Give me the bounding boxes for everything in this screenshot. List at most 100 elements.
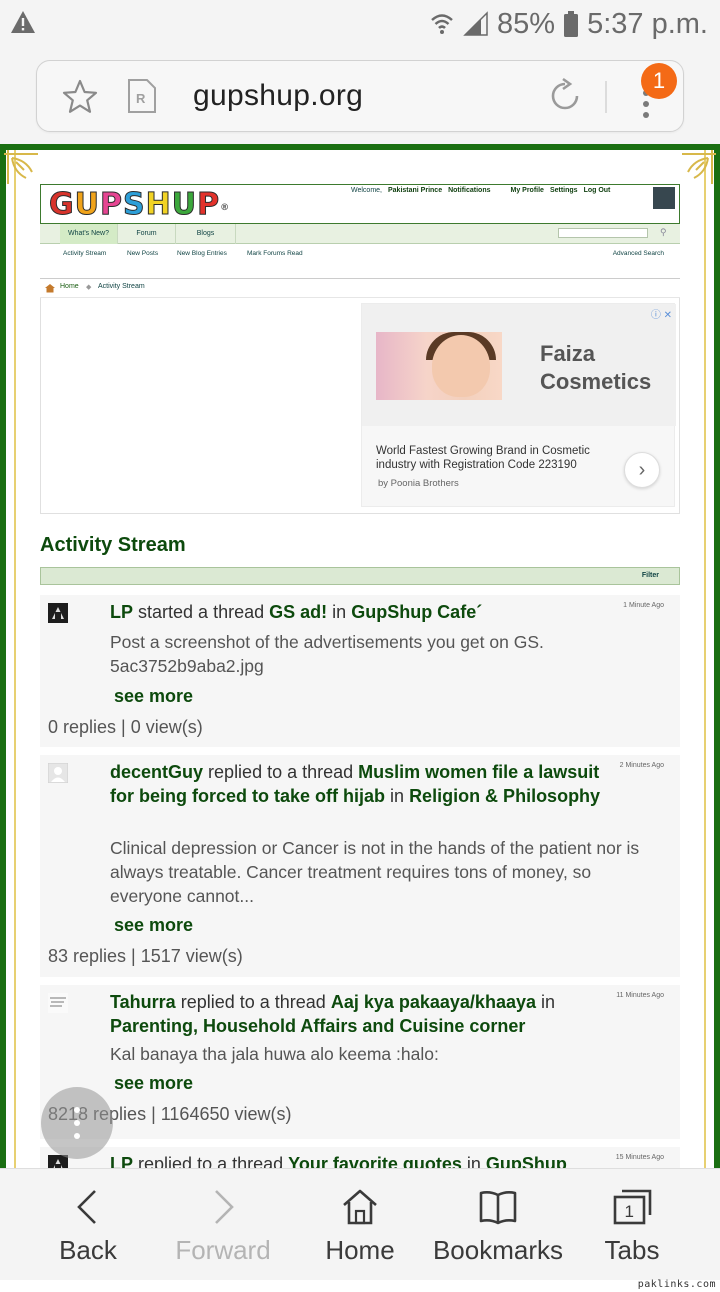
action-text: replied to a thread: [180, 992, 326, 1012]
activity-headline: LP started a thread GS ad! in GupShup Ca…: [110, 600, 620, 624]
in-text: in: [332, 602, 347, 622]
tab-blogs[interactable]: Blogs: [176, 224, 236, 244]
advanced-search-link[interactable]: Advanced Search: [613, 250, 664, 257]
logo-letter: H: [145, 187, 172, 222]
username-link[interactable]: Pakistani Prince: [388, 187, 442, 194]
corner-ornament-icon: [682, 150, 716, 184]
tabs-label: Tabs: [604, 1235, 660, 1265]
reader-mode-icon[interactable]: R: [127, 78, 157, 114]
subnav-mark-forums-read[interactable]: Mark Forums Read: [247, 250, 303, 257]
avatar[interactable]: [48, 763, 68, 783]
tabs-button[interactable]: 1 Tabs: [576, 1169, 688, 1281]
tab-forum[interactable]: Forum: [118, 224, 176, 244]
bookmarks-button[interactable]: Bookmarks: [428, 1169, 568, 1281]
back-button[interactable]: Back: [28, 1169, 148, 1281]
activity-headline: LP replied to a thread Your favorite quo…: [110, 1152, 620, 1168]
in-text: in: [541, 992, 556, 1012]
logo-letter: P: [197, 187, 221, 222]
subnav-new-blog-entries[interactable]: New Blog Entries: [177, 250, 227, 257]
timestamp: 2 Minutes Ago: [619, 762, 664, 769]
user-link[interactable]: decentGuy: [110, 762, 203, 782]
breadcrumb-current: Activity Stream: [98, 283, 145, 290]
thread-link[interactable]: Aaj kya pakaaya/khaaya: [331, 992, 536, 1012]
logo-letter: U: [171, 187, 198, 222]
svg-text:R: R: [136, 91, 146, 106]
activity-headline: decentGuy replied to a thread Muslim wom…: [110, 760, 620, 808]
logout-link[interactable]: Log Out: [584, 187, 611, 194]
sub-navbar: Activity Stream New Posts New Blog Entri…: [40, 245, 680, 263]
divider: [605, 81, 607, 113]
chevron-right-icon[interactable]: ›: [624, 452, 660, 488]
forum-link[interactable]: Parenting, Household Affairs and Cuisine…: [110, 1016, 525, 1036]
browser-toolbar: R gupshup.org 1: [0, 48, 720, 144]
address-bar[interactable]: R gupshup.org 1: [36, 60, 684, 132]
logo-letter: S: [123, 187, 146, 222]
reload-icon[interactable]: [545, 76, 585, 116]
star-bookmark-icon[interactable]: [61, 78, 99, 116]
logo-registered-mark: ®: [220, 203, 231, 213]
url-text[interactable]: gupshup.org: [193, 79, 363, 113]
header-links: Welcome, Pakistani Prince Notifications …: [351, 187, 610, 194]
logo-letter: P: [100, 187, 123, 222]
breadcrumb-home[interactable]: Home: [60, 283, 79, 290]
bookmarks-icon: [479, 1191, 517, 1225]
warning-icon: [11, 11, 35, 33]
thread-link[interactable]: Your favorite quotes: [288, 1154, 462, 1168]
see-more-link[interactable]: see more: [114, 915, 193, 936]
forum-link[interactable]: Religion & Philosophy: [409, 786, 600, 806]
home-button[interactable]: Home: [300, 1169, 420, 1281]
filter-bar: Filter: [40, 567, 680, 585]
post-excerpt: Clinical depression or Cancer is not in …: [110, 838, 640, 906]
thread-link[interactable]: GS ad!: [269, 602, 327, 622]
list-item: 1 Minute Ago LP started a thread GS ad! …: [40, 595, 680, 747]
search-icon[interactable]: ⚲: [660, 227, 672, 239]
forum-link[interactable]: GupShup: [486, 1154, 567, 1168]
advertisement[interactable]: ⓘ ✕ Faiza Cosmetics World Fastest Growin…: [361, 303, 676, 507]
see-more-link[interactable]: see more: [114, 686, 193, 707]
page-content: GUPSHUP® Welcome, Pakistani Prince Notif…: [40, 144, 680, 1168]
profile-link[interactable]: My Profile: [510, 187, 543, 194]
avatar[interactable]: [48, 603, 68, 623]
forum-link[interactable]: GupShup Cafe´: [351, 602, 482, 622]
svg-text:1: 1: [625, 1202, 634, 1221]
in-text: in: [390, 786, 405, 806]
ad-info-close-icon[interactable]: ⓘ ✕: [651, 306, 672, 321]
see-more-link[interactable]: see more: [114, 1073, 193, 1094]
timestamp: 15 Minutes Ago: [615, 1154, 664, 1161]
post-excerpt: Post a screenshot of the advertisements …: [110, 632, 544, 676]
more-vertical-icon: [74, 1107, 80, 1139]
floating-menu-button[interactable]: [41, 1087, 113, 1159]
avatar[interactable]: [48, 993, 68, 1013]
web-page: GUPSHUP® Welcome, Pakistani Prince Notif…: [0, 144, 720, 1168]
home-label: Home: [325, 1235, 395, 1265]
notifications-link[interactable]: Notifications: [448, 187, 490, 194]
site-search-input[interactable]: [558, 228, 648, 238]
post-excerpt: Kal banaya tha jala huwa alo keema :halo…: [110, 1044, 439, 1064]
welcome-text: Welcome,: [351, 187, 382, 194]
filter-button[interactable]: Filter: [642, 572, 659, 579]
home-icon[interactable]: [44, 283, 56, 293]
user-link[interactable]: LP: [110, 1154, 133, 1168]
ad-area: ⓘ ✕ Faiza Cosmetics World Fastest Growin…: [40, 298, 680, 514]
forward-button[interactable]: Forward: [158, 1169, 288, 1281]
battery-percent: 85%: [497, 7, 556, 40]
screen: 85% 5:37 p.m. R gupshup.org 1 GUPSHUP® W…: [0, 0, 720, 1292]
ad-advertiser: by Poonia Brothers: [378, 478, 459, 489]
ad-description: World Fastest Growing Brand in Cosmetic …: [376, 445, 590, 471]
wifi-icon: [431, 14, 453, 34]
user-link[interactable]: LP: [110, 602, 133, 622]
user-link[interactable]: Tahurra: [110, 992, 176, 1012]
ad-image-face: [432, 335, 490, 397]
user-avatar[interactable]: [653, 187, 675, 209]
breadcrumb: Home ◆ Activity Stream: [40, 278, 680, 298]
ad-image: [376, 332, 502, 400]
watermark: paklinks.com: [637, 1279, 716, 1290]
subnav-new-posts[interactable]: New Posts: [127, 250, 158, 257]
settings-link[interactable]: Settings: [550, 187, 578, 194]
tab-whats-new[interactable]: What's New?: [60, 224, 118, 244]
subnav-activity-stream[interactable]: Activity Stream: [63, 250, 106, 257]
notification-badge[interactable]: 1: [641, 63, 677, 99]
site-logo[interactable]: GUPSHUP®: [49, 187, 231, 227]
logo-letter: G: [49, 187, 75, 222]
signal-icon: [463, 11, 488, 36]
